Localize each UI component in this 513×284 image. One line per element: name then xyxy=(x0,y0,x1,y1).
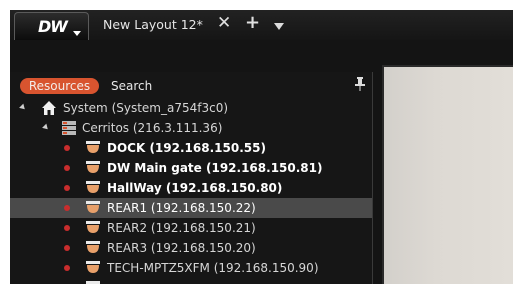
camera-icon xyxy=(86,201,100,213)
logo: DW xyxy=(38,17,68,36)
tree-item-label: HallWay (192.168.150.80) xyxy=(107,181,283,195)
tree-item-system[interactable]: System (System_a754f3c0) xyxy=(10,98,372,118)
tree-item-label: DW Main gate (192.168.150.81) xyxy=(107,161,323,175)
caret-down-icon xyxy=(73,31,81,36)
camera-icon xyxy=(86,161,100,173)
tree-item-label: Cerritos (216.3.111.36) xyxy=(82,121,223,135)
resource-panel: Resources Search System (System_a754f3c0… xyxy=(10,72,373,284)
camera-icon xyxy=(86,261,100,273)
pin-icon[interactable] xyxy=(354,77,366,91)
tree-item-camera[interactable]: DW Main gate (192.168.150.81) xyxy=(10,158,372,178)
tree-item-label: System (System_a754f3c0) xyxy=(63,101,229,115)
camera-icon xyxy=(86,141,100,153)
tree-item-camera[interactable]: TECH-MPTZ5XFM (192.168.150.90) xyxy=(10,258,372,278)
top-bar: DW New Layout 12* ✕ + xyxy=(10,10,513,40)
video-view[interactable] xyxy=(382,65,513,284)
offline-status-icon xyxy=(64,245,70,251)
layout-tab[interactable]: New Layout 12* xyxy=(103,17,203,32)
server-icon xyxy=(62,121,76,135)
offline-status-icon xyxy=(64,205,70,211)
house-icon xyxy=(42,101,56,115)
tree-item-camera[interactable]: DOCK (192.168.150.55) xyxy=(10,138,372,158)
tree-item-camera[interactable]: HallWay (192.168.150.80) xyxy=(10,178,372,198)
offline-status-icon xyxy=(64,265,70,271)
tab-list-dropdown-icon[interactable] xyxy=(274,23,284,30)
tab-search[interactable]: Search xyxy=(111,78,152,94)
tree-item-camera[interactable]: REAR2 (192.168.150.21) xyxy=(10,218,372,238)
offline-status-icon xyxy=(64,165,70,171)
tree-item-label: REAR2 (192.168.150.21) xyxy=(107,221,256,235)
tree-item-camera[interactable]: REAR3 (192.168.150.20) xyxy=(10,238,372,258)
tree-item-camera-partial[interactable] xyxy=(10,278,372,284)
offline-status-icon xyxy=(64,185,70,191)
offline-status-icon xyxy=(64,225,70,231)
tree-item-server[interactable]: Cerritos (216.3.111.36) xyxy=(10,118,372,138)
main-menu-button[interactable]: DW xyxy=(14,12,89,40)
tree-item-label: REAR1 (192.168.150.22) xyxy=(107,201,256,215)
offline-status-icon xyxy=(64,145,70,151)
panel-tabs: Resources Search xyxy=(10,72,373,94)
expand-arrow-icon[interactable] xyxy=(42,123,50,132)
add-tab-button[interactable]: + xyxy=(245,13,260,33)
camera-icon xyxy=(86,181,100,193)
panel-divider xyxy=(372,72,373,284)
close-icon[interactable]: ✕ xyxy=(217,13,231,33)
tree-item-label: DOCK (192.168.150.55) xyxy=(107,141,266,155)
tree-item-label: REAR3 (192.168.150.20) xyxy=(107,241,256,255)
camera-icon xyxy=(86,281,100,284)
camera-icon xyxy=(86,221,100,233)
app-window: DW New Layout 12* ✕ + Resources Search S… xyxy=(10,10,513,284)
tree-item-label: TECH-MPTZ5XFM (192.168.150.90) xyxy=(107,261,319,275)
camera-icon xyxy=(86,241,100,253)
tree-item-camera-selected[interactable]: REAR1 (192.168.150.22) xyxy=(10,198,372,218)
tab-resources[interactable]: Resources xyxy=(20,78,99,94)
expand-arrow-icon[interactable] xyxy=(19,103,27,112)
